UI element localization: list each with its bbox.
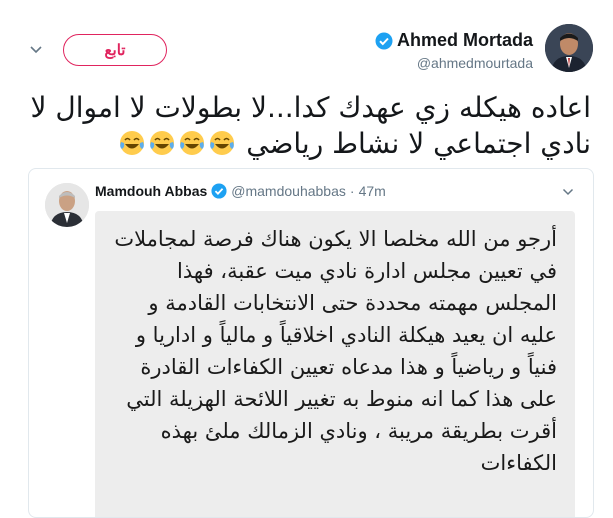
chevron-down-icon[interactable]: [561, 185, 575, 199]
verified-badge-icon: [375, 32, 393, 49]
quoted-tweet-image[interactable]: أرجو من الله مخلصا الا يكون هناك فرصة لم…: [95, 211, 575, 517]
follow-button[interactable]: تابع: [63, 34, 167, 66]
tweet-text: اعاده هيكله زي عهدك كدا...لا بطولات لا ا…: [21, 90, 591, 162]
tweet-text-content: اعاده هيكله زي عهدك كدا...لا بطولات لا ا…: [30, 91, 591, 160]
quoted-avatar-photo-icon: [45, 183, 89, 227]
face-with-tears-of-joy-icon: [210, 131, 235, 155]
follow-button-label: تابع: [104, 42, 126, 59]
face-with-tears-of-joy-icon: [150, 131, 175, 155]
author-handle[interactable]: @ahmedmourtada: [375, 55, 533, 71]
chevron-down-icon[interactable]: [28, 42, 44, 58]
emoji-group: [117, 127, 237, 160]
verified-badge-icon: [211, 183, 227, 199]
avatar[interactable]: [545, 24, 593, 72]
separator-dot: ·: [349, 183, 355, 199]
face-with-tears-of-joy-icon: [120, 131, 145, 155]
author-name[interactable]: Ahmed Mortada: [397, 30, 533, 51]
quoted-tweet-header: Mamdouh Abbas @mamdouhabbas · 47m: [95, 183, 386, 199]
face-with-tears-of-joy-icon: [180, 131, 205, 155]
quoted-tweet-card[interactable]: Mamdouh Abbas @mamdouhabbas · 47m أرجو م…: [28, 168, 594, 518]
quoted-avatar[interactable]: [45, 183, 89, 227]
quoted-author-name[interactable]: Mamdouh Abbas: [95, 183, 207, 199]
quoted-author-handle[interactable]: @mamdouhabbas: [231, 183, 346, 199]
quoted-image-text: أرجو من الله مخلصا الا يكون هناك فرصة لم…: [114, 227, 557, 475]
quoted-timestamp[interactable]: 47m: [359, 183, 386, 199]
tweet-author[interactable]: Ahmed Mortada @ahmedmourtada: [375, 30, 533, 71]
avatar-photo-icon: [545, 24, 593, 72]
